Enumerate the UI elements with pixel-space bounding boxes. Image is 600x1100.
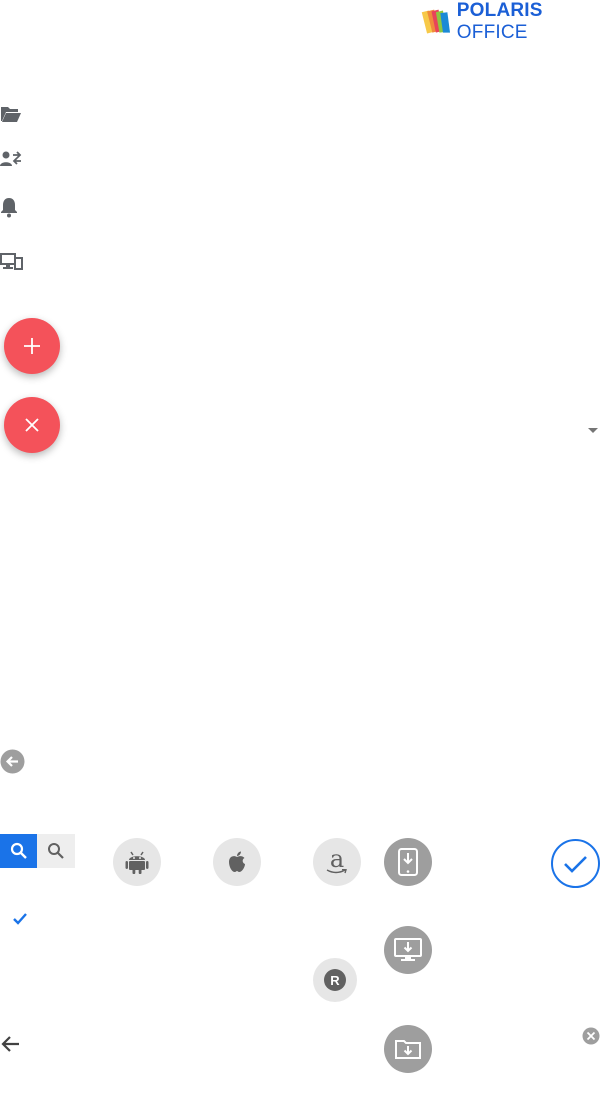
mobile-download-button[interactable] xyxy=(384,838,432,886)
apple-icon xyxy=(229,851,245,872)
search-button-active[interactable] xyxy=(0,834,37,868)
amazon-button[interactable]: a xyxy=(313,838,361,886)
folder-download-button[interactable] xyxy=(384,1025,432,1073)
check-icon xyxy=(13,913,27,925)
dropdown-arrow-icon[interactable] xyxy=(587,427,599,435)
add-button[interactable] xyxy=(4,318,60,374)
back-circle-icon[interactable] xyxy=(0,749,25,774)
android-button[interactable] xyxy=(113,838,161,886)
check-circle-icon[interactable] xyxy=(551,839,600,888)
user-share-icon[interactable] xyxy=(0,150,22,168)
folder-open-icon[interactable] xyxy=(0,104,22,124)
amazon-icon: a xyxy=(329,845,345,873)
registered-icon: R xyxy=(324,969,346,991)
devices-icon[interactable] xyxy=(0,252,24,272)
arrow-back-icon[interactable] xyxy=(0,1035,20,1053)
android-icon xyxy=(125,851,149,874)
close-button[interactable] xyxy=(4,397,60,453)
polaris-office-logo: POLARIS OFFICE xyxy=(420,0,600,44)
close-icon xyxy=(25,418,39,432)
folder-download-icon xyxy=(395,1040,421,1059)
mobile-download-icon xyxy=(398,848,418,876)
desktop-download-icon xyxy=(394,938,422,961)
desktop-download-button[interactable] xyxy=(384,926,432,974)
registered-button[interactable]: R xyxy=(313,958,357,1002)
search-icon xyxy=(48,843,64,859)
search-icon xyxy=(10,842,27,859)
clear-circle-icon[interactable] xyxy=(582,1027,600,1045)
add-icon xyxy=(24,338,40,354)
polaris-logo-icon xyxy=(421,9,451,34)
search-button[interactable] xyxy=(37,834,75,868)
bell-icon[interactable] xyxy=(0,196,18,218)
amazon-smile xyxy=(326,869,347,874)
logo-text: POLARIS OFFICE xyxy=(456,0,543,43)
apple-button[interactable] xyxy=(213,838,261,886)
